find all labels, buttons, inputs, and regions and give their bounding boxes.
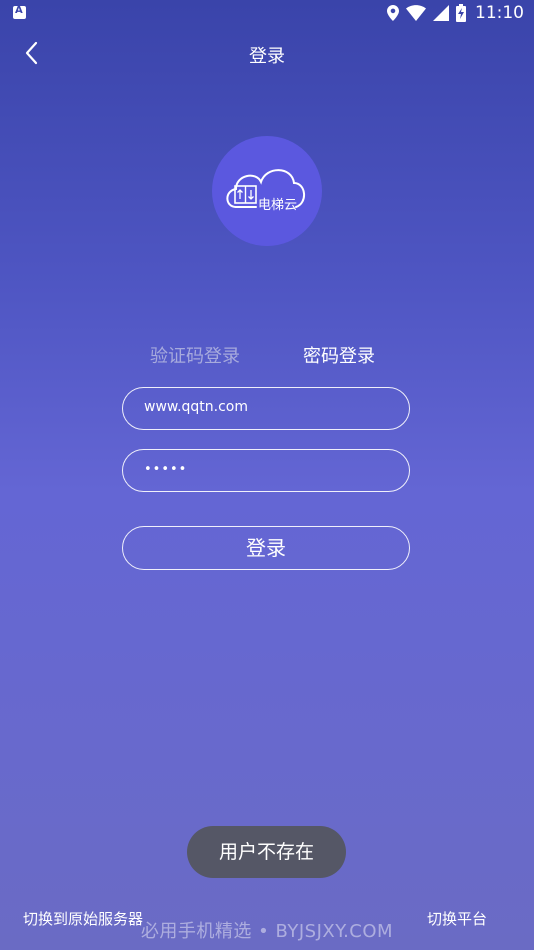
username-field[interactable] xyxy=(122,387,410,430)
login-button[interactable]: 登录 xyxy=(122,526,410,570)
status-bar: 11:10 xyxy=(0,0,534,28)
app-bar: 登录 xyxy=(0,28,534,80)
switch-platform-link[interactable]: 切换平台 xyxy=(427,908,487,929)
login-tabs: 验证码登录 密码登录 xyxy=(0,342,534,368)
username-input[interactable] xyxy=(144,399,384,415)
notification-a-icon xyxy=(13,5,26,19)
password-field[interactable] xyxy=(122,449,410,492)
status-time: 11:10 xyxy=(475,3,524,23)
app-logo: 电梯云 xyxy=(212,136,322,246)
toast-message: 用户不存在 xyxy=(187,826,346,878)
status-icons: 11:10 xyxy=(387,3,524,23)
cell-signal-icon xyxy=(433,5,449,21)
wifi-icon xyxy=(406,5,426,21)
password-input[interactable] xyxy=(144,462,384,477)
location-icon xyxy=(387,5,399,21)
tab-sms-code-login[interactable]: 验证码登录 xyxy=(150,342,240,368)
elevator-cloud-icon: 电梯云 xyxy=(226,169,305,213)
logo-text: 电梯云 xyxy=(258,198,297,213)
tab-password-login[interactable]: 密码登录 xyxy=(303,342,375,368)
battery-charging-icon xyxy=(456,4,466,22)
page-title: 登录 xyxy=(249,46,285,67)
